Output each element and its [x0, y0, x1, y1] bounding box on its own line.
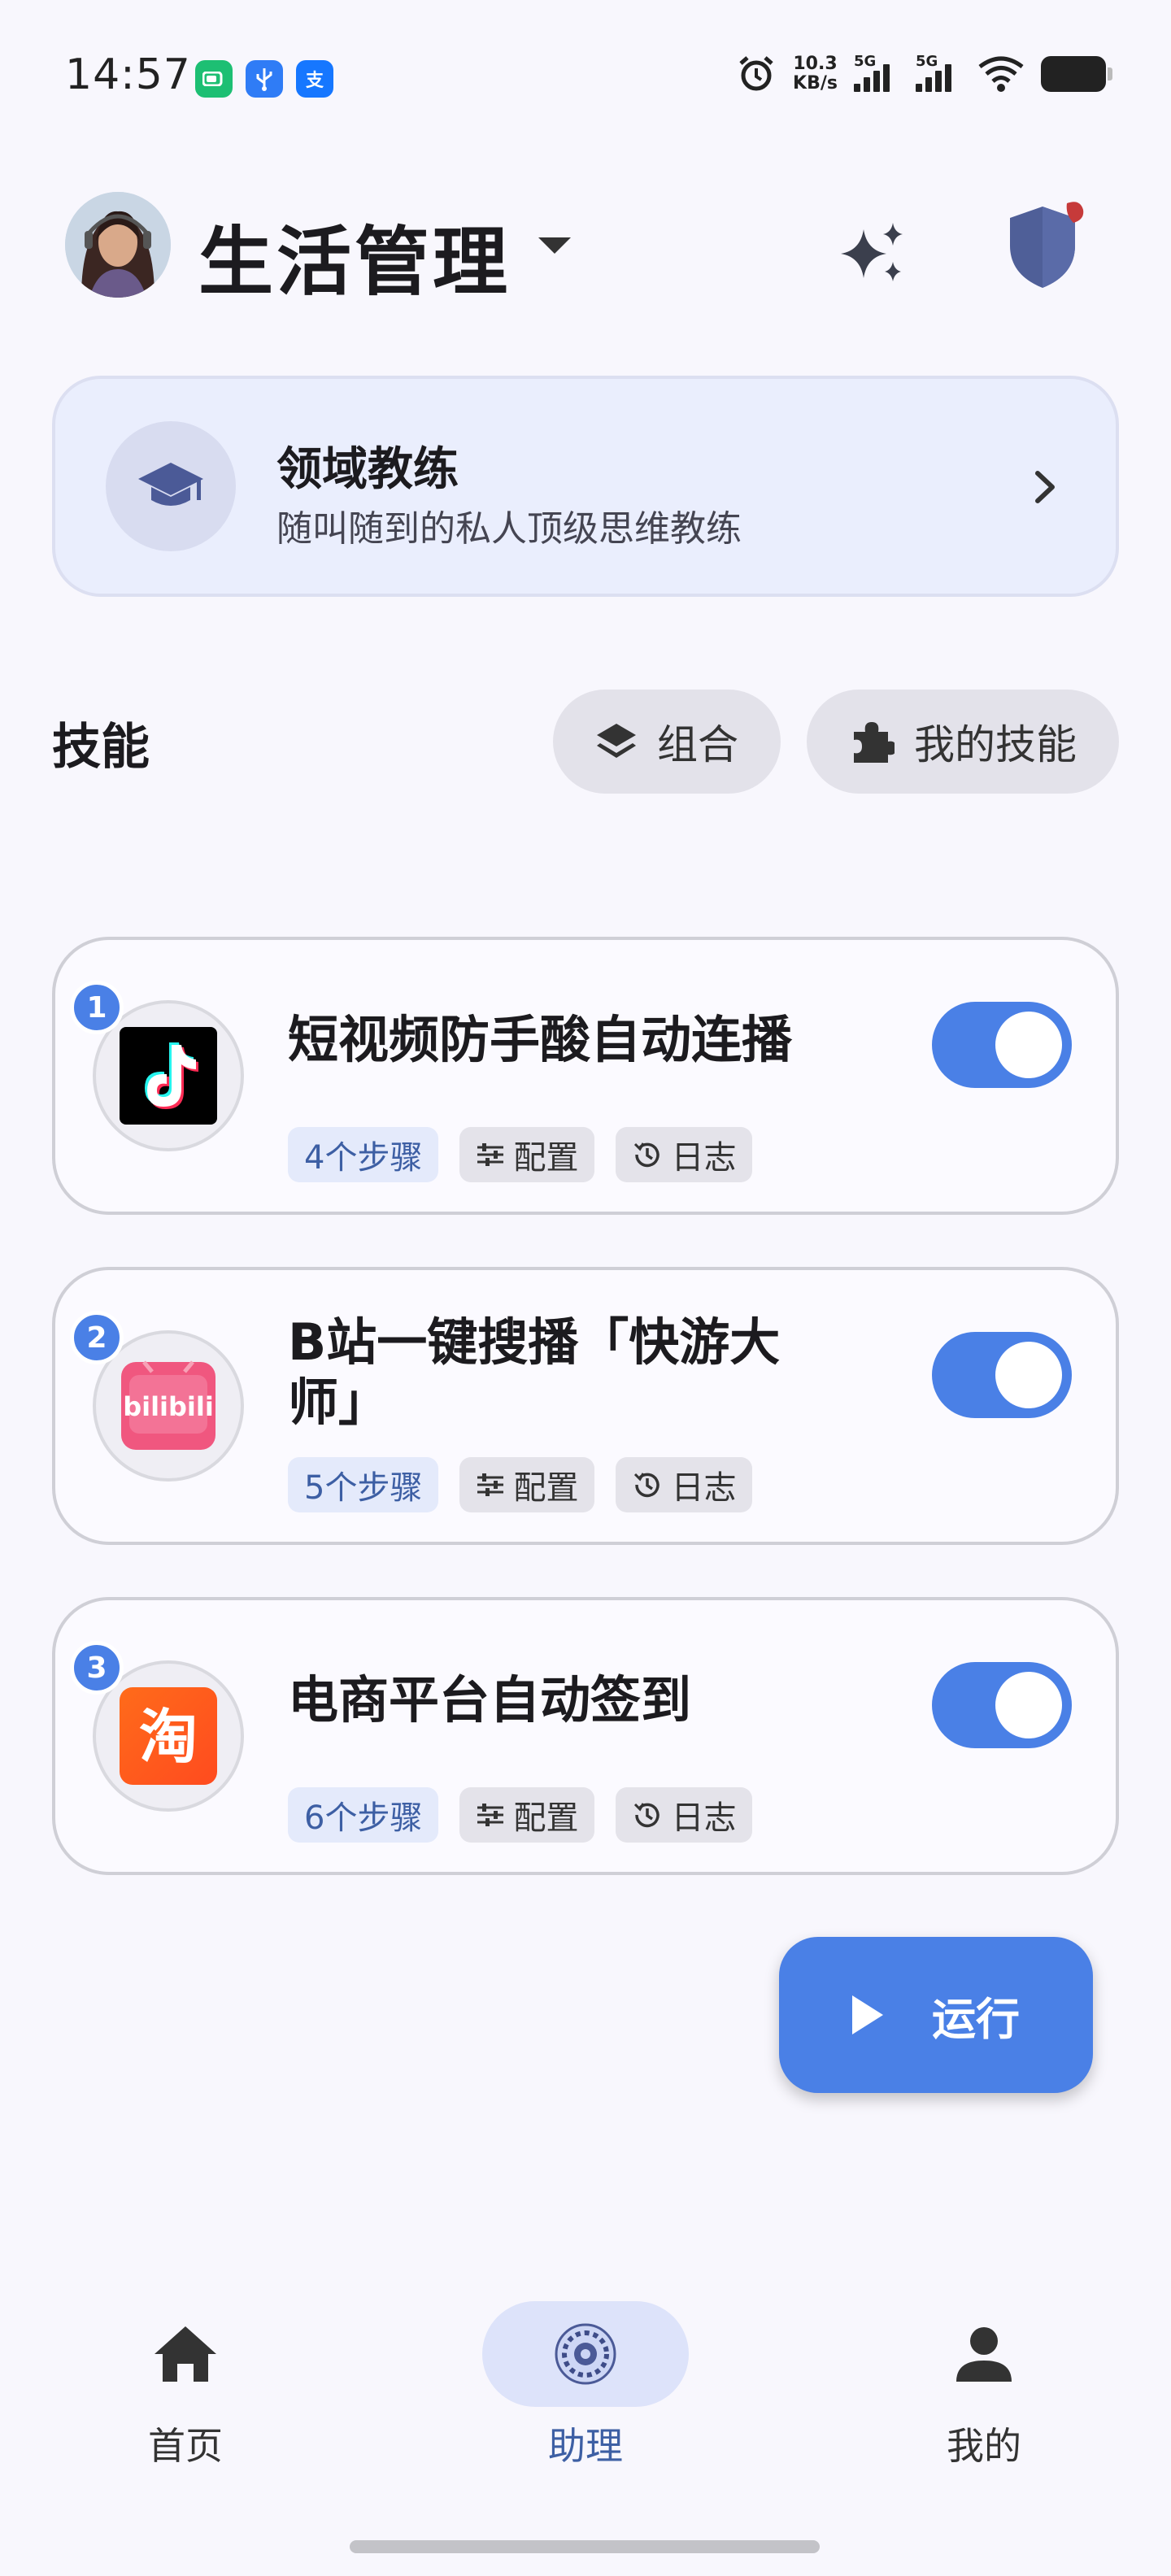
combine-button[interactable]: 组合 [553, 690, 781, 794]
log-button[interactable]: 日志 [616, 1127, 753, 1182]
home-icon [82, 2301, 289, 2407]
nav-label: 助理 [548, 2424, 623, 2468]
coach-title: 领域教练 [276, 443, 459, 496]
skill-enable-toggle[interactable] [932, 1332, 1072, 1418]
log-button[interactable]: 日志 [616, 1457, 753, 1512]
status-time: 14:57 [65, 50, 191, 99]
coach-subtitle: 随叫随到的私人顶级思维教练 [276, 508, 742, 550]
run-button[interactable]: 运行 [779, 1937, 1093, 2093]
config-button[interactable]: 配置 [459, 1457, 595, 1512]
play-icon [852, 1995, 883, 2034]
nav-item-profile[interactable]: 我的 [862, 2301, 1106, 2470]
history-icon [634, 1803, 660, 1828]
combine-label: 组合 [657, 721, 738, 768]
wifi-icon [978, 56, 1024, 92]
net-speed: 10.3 KB/s [793, 54, 838, 94]
skill-enable-toggle[interactable] [932, 1662, 1072, 1748]
skill-tags: 5个步骤 配置 日志 [288, 1457, 753, 1512]
skills-section-title: 技能 [52, 719, 150, 776]
page-title[interactable]: 生活管理 [198, 202, 511, 310]
skill-index-badge: 3 [70, 1641, 124, 1695]
person-icon [881, 2301, 1087, 2407]
skill-card[interactable]: 2 bilibili B站一键搜播「快游大师」 5个步骤 配置 日志 [52, 1267, 1119, 1545]
bottom-nav: 首页 助理 我的 [0, 2277, 1171, 2488]
skill-tags: 6个步骤 配置 日志 [288, 1787, 753, 1843]
puzzle-icon [854, 722, 895, 763]
header: 生活管理 [65, 192, 1106, 306]
nav-label: 首页 [148, 2424, 223, 2468]
skill-tags: 4个步骤 配置 日志 [288, 1127, 753, 1182]
skill-title: B站一键搜播「快游大师」 [288, 1312, 781, 1432]
steps-badge: 6个步骤 [288, 1787, 439, 1843]
battery-icon [1041, 56, 1112, 92]
home-indicator[interactable] [350, 2540, 820, 2553]
avatar[interactable] [65, 192, 171, 298]
steps-badge: 4个步骤 [288, 1127, 439, 1182]
config-button[interactable]: 配置 [459, 1787, 595, 1843]
layers-icon [597, 724, 636, 758]
chevron-right-icon [1031, 468, 1059, 506]
skill-index-badge: 2 [70, 1311, 124, 1364]
skill-title: 短视频防手酸自动连播 [288, 1010, 793, 1069]
graduation-cap-icon [106, 421, 236, 551]
sliders-icon [477, 1473, 504, 1496]
battery-saver-icon [195, 60, 233, 98]
sliders-icon [477, 1804, 504, 1826]
sparkle-icon[interactable] [828, 208, 917, 298]
run-label: 运行 [932, 1993, 1020, 2045]
cell-signal-1-icon: 5G [854, 53, 899, 92]
cell-signal-2-icon: 5G [916, 53, 961, 92]
assistant-icon [482, 2301, 689, 2407]
history-icon [634, 1473, 660, 1498]
sliders-icon [477, 1143, 504, 1166]
status-bar: 14:57 支 10.3 KB/s 5G 5G [0, 0, 1171, 154]
my-skills-label: 我的技能 [914, 721, 1077, 768]
domain-coach-card[interactable]: 领域教练 随叫随到的私人顶级思维教练 [52, 376, 1119, 597]
shield-icon[interactable] [995, 197, 1093, 294]
chevron-down-icon[interactable] [538, 237, 571, 254]
svg-text:淘: 淘 [139, 1703, 198, 1771]
svg-text:bilibili: bilibili [123, 1391, 214, 1422]
skill-index-badge: 1 [70, 981, 124, 1034]
log-button[interactable]: 日志 [616, 1787, 753, 1843]
skill-card[interactable]: 1 短视频防手酸自动连播 4个步骤 配置 日志 [52, 937, 1119, 1215]
config-button[interactable]: 配置 [459, 1127, 595, 1182]
net-speed-unit: KB/s [793, 73, 838, 94]
svg-text:支: 支 [306, 71, 324, 90]
my-skills-button[interactable]: 我的技能 [807, 690, 1119, 794]
nav-item-home[interactable]: 首页 [63, 2301, 307, 2470]
usb-icon [246, 60, 283, 98]
alarm-icon [739, 56, 773, 91]
alipay-icon: 支 [296, 60, 333, 98]
nav-item-assistant[interactable]: 助理 [464, 2301, 707, 2470]
history-icon [634, 1142, 660, 1168]
skill-title: 电商平台自动签到 [288, 1670, 692, 1730]
skill-enable-toggle[interactable] [932, 1002, 1072, 1088]
nav-label: 我的 [947, 2424, 1021, 2468]
net-speed-value: 10.3 [793, 54, 838, 74]
skill-card[interactable]: 3 淘 电商平台自动签到 6个步骤 配置 日志 [52, 1597, 1119, 1875]
steps-badge: 5个步骤 [288, 1457, 439, 1512]
status-right: 10.3 KB/s 5G 5G [736, 53, 1112, 94]
